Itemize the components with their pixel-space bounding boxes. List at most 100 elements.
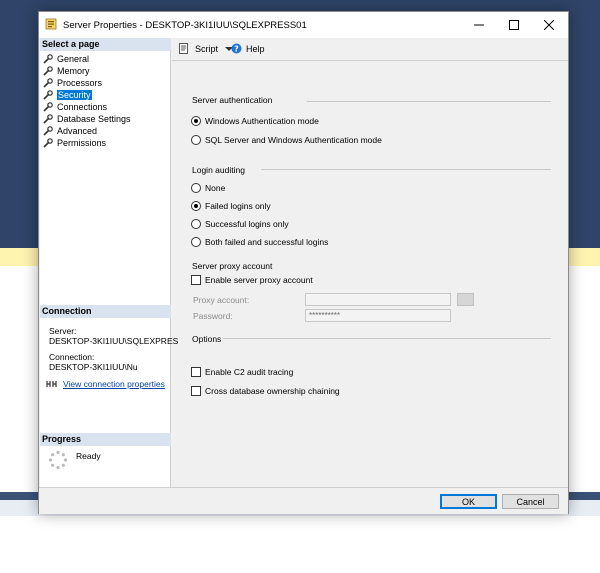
page-item-label: Database Settings — [57, 114, 131, 124]
script-button[interactable]: Script — [179, 43, 234, 54]
help-label: Help — [246, 43, 265, 54]
wrench-icon — [43, 114, 53, 124]
select-page-header: Select a page — [40, 38, 171, 51]
radio-button[interactable] — [191, 116, 201, 126]
page-item-label: Connections — [57, 102, 108, 112]
audit-option-successful[interactable]: Successful logins only — [191, 219, 289, 229]
view-connection-properties-link[interactable]: View connection properties — [63, 379, 165, 389]
password-field[interactable]: ********** — [305, 309, 451, 322]
wrench-icon — [43, 66, 53, 76]
minimize-icon — [474, 24, 484, 26]
server-label: Server: — [49, 326, 77, 336]
proxy-account-browse-button[interactable] — [457, 293, 474, 306]
password-label: Password: — [193, 311, 233, 321]
cross-db-option[interactable]: Cross database ownership chaining — [191, 386, 340, 396]
page-item-label: Processors — [57, 78, 103, 88]
server-properties-dialog: Server Properties - DESKTOP-3KI1IUU\SQLE… — [38, 11, 569, 514]
help-button[interactable]: ? Help — [231, 43, 265, 54]
close-button[interactable] — [533, 12, 565, 38]
server-proxy-header: Server proxy account — [192, 261, 273, 271]
view-connection-row: View connection properties — [46, 379, 165, 389]
proxy-account-field[interactable] — [305, 293, 451, 306]
close-icon — [544, 20, 554, 30]
audit-option-label: Failed logins only — [205, 201, 271, 211]
connection-value: DESKTOP-3KI1IUU\Nu — [49, 362, 138, 372]
auth-option-mixed[interactable]: SQL Server and Windows Authentication mo… — [191, 135, 382, 145]
audit-option-both[interactable]: Both failed and successful logins — [191, 237, 328, 247]
page-item-general[interactable]: General — [43, 53, 131, 65]
page-item-label: General — [57, 54, 90, 64]
progress-spinner-icon — [48, 450, 68, 470]
group-divider — [307, 101, 551, 102]
progress-status: Ready — [76, 451, 101, 461]
connection-header: Connection — [40, 305, 171, 318]
wrench-icon — [43, 90, 53, 100]
wrench-icon — [43, 102, 53, 112]
page-item-label: Permissions — [57, 138, 107, 148]
cancel-button[interactable]: Cancel — [502, 494, 559, 509]
server-authentication-header: Server authentication — [192, 95, 273, 105]
script-label: Script — [195, 43, 219, 54]
wrench-icon — [43, 54, 53, 64]
c2-audit-option[interactable]: Enable C2 audit tracing — [191, 367, 293, 377]
page-item-memory[interactable]: Memory — [43, 65, 131, 77]
maximize-icon — [509, 20, 519, 30]
page-item-security[interactable]: Security — [43, 89, 131, 101]
options-header: Options — [192, 334, 222, 344]
page-item-database-settings[interactable]: Database Settings — [43, 113, 131, 125]
audit-option-label: Successful logins only — [205, 219, 289, 229]
ok-button[interactable]: OK — [440, 494, 497, 509]
enable-proxy-option[interactable]: Enable server proxy account — [191, 275, 313, 285]
minimize-button[interactable] — [463, 12, 495, 38]
radio-button[interactable] — [191, 183, 201, 193]
connection-label: Connection: — [49, 352, 95, 362]
enable-proxy-label: Enable server proxy account — [205, 275, 313, 285]
auth-option-label: Windows Authentication mode — [205, 116, 319, 126]
script-icon — [179, 43, 188, 54]
audit-option-none[interactable]: None — [191, 183, 225, 193]
auth-option-windows[interactable]: Windows Authentication mode — [191, 116, 319, 126]
background-app-bottom — [0, 516, 600, 573]
right-pane: Script ? Help Server authentication Wind… — [172, 38, 568, 487]
security-page: Server authentication Windows Authentica… — [172, 60, 568, 487]
group-divider — [261, 169, 551, 170]
server-info: Server: DESKTOP-3KI1IUU\SQLEXPRES — [49, 326, 178, 346]
page-item-label: Memory — [57, 66, 90, 76]
checkbox[interactable] — [191, 367, 201, 377]
title-bar[interactable]: Server Properties - DESKTOP-3KI1IUU\SQLE… — [39, 12, 568, 38]
page-item-connections[interactable]: Connections — [43, 101, 131, 113]
wrench-icon — [43, 138, 53, 148]
maximize-button[interactable] — [498, 12, 530, 38]
c2-audit-label: Enable C2 audit tracing — [205, 367, 294, 377]
audit-option-failed[interactable]: Failed logins only — [191, 201, 271, 211]
help-icon: ? — [231, 43, 242, 54]
group-divider — [223, 338, 551, 339]
cross-db-label: Cross database ownership chaining — [205, 386, 340, 396]
server-value: DESKTOP-3KI1IUU\SQLEXPRES — [49, 336, 179, 346]
connection-info: Connection: DESKTOP-3KI1IUU\Nu — [49, 352, 138, 372]
radio-button[interactable] — [191, 201, 201, 211]
wrench-icon — [43, 78, 53, 88]
dialog-title: Server Properties - DESKTOP-3KI1IUU\SQLE… — [63, 20, 307, 31]
connection-properties-icon — [46, 381, 57, 387]
page-item-label: Advanced — [57, 126, 98, 136]
dialog-footer: OK Cancel — [39, 487, 568, 514]
auth-option-label: SQL Server and Windows Authentication mo… — [205, 135, 382, 145]
checkbox[interactable] — [191, 275, 201, 285]
svg-text:?: ? — [234, 44, 239, 53]
left-pane: Select a page General Memory Processors … — [40, 38, 178, 487]
radio-button[interactable] — [191, 135, 201, 145]
page-item-advanced[interactable]: Advanced — [43, 125, 131, 137]
proxy-account-label: Proxy account: — [193, 295, 250, 305]
audit-option-label: Both failed and successful logins — [205, 237, 329, 247]
audit-option-label: None — [205, 183, 226, 193]
page-item-processors[interactable]: Processors — [43, 77, 131, 89]
toolbar: Script ? Help — [172, 38, 568, 60]
radio-button[interactable] — [191, 219, 201, 229]
progress-header: Progress — [40, 433, 171, 446]
server-properties-icon — [45, 18, 57, 30]
checkbox[interactable] — [191, 386, 201, 396]
page-item-permissions[interactable]: Permissions — [43, 137, 131, 149]
login-auditing-header: Login auditing — [192, 165, 245, 175]
radio-button[interactable] — [191, 237, 201, 247]
